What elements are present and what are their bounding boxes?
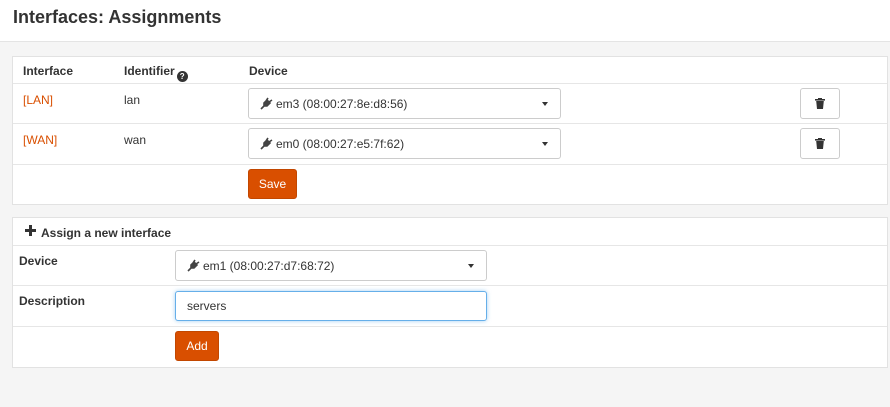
add-button[interactable]: Add — [175, 331, 219, 361]
assign-new-interface-title: Assign a new interface — [41, 226, 172, 240]
delete-button-lan[interactable] — [800, 88, 840, 119]
page-title: Interfaces: Assignments — [13, 7, 222, 27]
identifier-lan: lan — [124, 93, 141, 107]
save-button[interactable]: Save — [248, 169, 297, 199]
assign-new-interface-header: Assign a new interface — [13, 218, 887, 246]
plug-icon — [187, 259, 200, 272]
save-row: Save — [13, 165, 887, 205]
trash-icon — [815, 138, 825, 149]
device-column-header: Device — [249, 64, 288, 78]
interface-link-wan[interactable]: [WAN] — [23, 133, 57, 147]
device-select-wan[interactable]: em0 (08:00:27:e5:7f:62) — [248, 128, 561, 159]
device-select-value: em3 (08:00:27:8e:d8:56) — [276, 97, 408, 111]
interface-column-header: Interface — [23, 64, 74, 78]
question-circle-icon[interactable]: ? — [176, 71, 188, 82]
assign-new-interface-panel: Assign a new interface Device em1 (08:00… — [12, 217, 888, 368]
delete-button-wan[interactable] — [800, 128, 840, 159]
device-select-lan[interactable]: em3 (08:00:27:8e:d8:56) — [248, 88, 561, 119]
trash-icon — [815, 98, 825, 109]
identifier-column-header: Identifier? — [124, 64, 188, 82]
device-select-value: em0 (08:00:27:e5:7f:62) — [276, 137, 405, 151]
interface-link-lan[interactable]: [LAN] — [23, 93, 53, 107]
plus-icon — [25, 225, 36, 236]
page-header: Interfaces: Assignments — [0, 0, 890, 42]
new-device-select-value: em1 (08:00:27:d7:68:72) — [203, 259, 335, 273]
plug-icon — [260, 97, 273, 110]
description-input[interactable] — [175, 291, 487, 321]
chevron-down-icon — [542, 142, 548, 146]
chevron-down-icon — [468, 264, 474, 268]
table-row: [LAN] lan em3 (08:00:27:8e:d8:56) — [13, 84, 887, 124]
plug-icon — [260, 137, 273, 150]
device-label: Device — [19, 254, 58, 268]
identifier-wan: wan — [124, 133, 147, 147]
add-row: Add — [13, 327, 887, 368]
device-row: Device em1 (08:00:27:d7:68:72) — [13, 246, 887, 286]
description-label: Description — [19, 294, 86, 308]
table-header: Interface Identifier? Device — [13, 57, 887, 84]
description-row: Description — [13, 286, 887, 327]
assignments-panel: Interface Identifier? Device [LAN] lan e… — [12, 56, 888, 205]
table-row: [WAN] wan em0 (08:00:27:e5:7f:62) — [13, 124, 887, 165]
new-device-select[interactable]: em1 (08:00:27:d7:68:72) — [175, 250, 487, 281]
chevron-down-icon — [542, 102, 548, 106]
